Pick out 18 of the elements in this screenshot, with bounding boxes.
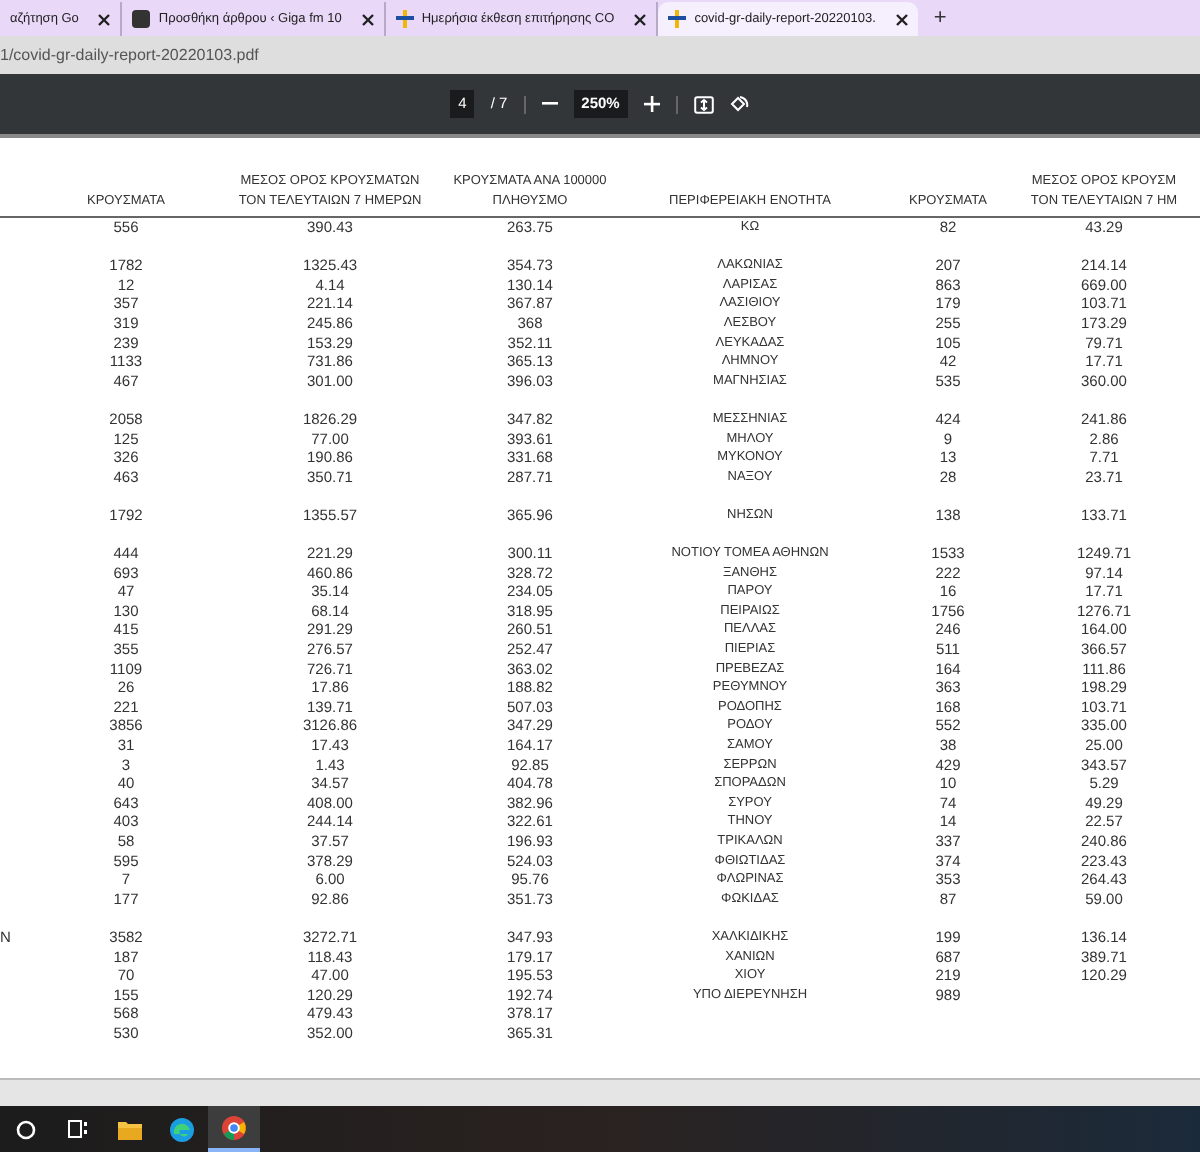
close-icon[interactable] (634, 13, 647, 25)
search-circle-icon[interactable] (16, 1119, 36, 1139)
g-logo-icon (132, 10, 151, 28)
task-view-icon[interactable] (68, 1120, 88, 1138)
close-icon[interactable] (361, 13, 374, 25)
taskbar-button[interactable] (208, 1106, 260, 1152)
close-icon[interactable] (98, 13, 111, 25)
address-bar[interactable]: 1/covid-gr-daily-report-20220103.pdf (0, 36, 1200, 74)
cross-logo-icon (668, 10, 687, 28)
cross-logo-icon (395, 10, 414, 28)
browser-swirl-icon[interactable] (170, 1117, 194, 1141)
zoom-in-icon[interactable] (643, 96, 660, 112)
new-tab-button[interactable]: + (917, 2, 963, 36)
rotate-icon[interactable] (729, 94, 750, 114)
fit-page-icon[interactable] (693, 95, 714, 113)
folder-icon[interactable] (118, 1119, 142, 1139)
close-icon[interactable] (895, 13, 908, 25)
browser-circle-icon[interactable] (222, 1115, 246, 1139)
